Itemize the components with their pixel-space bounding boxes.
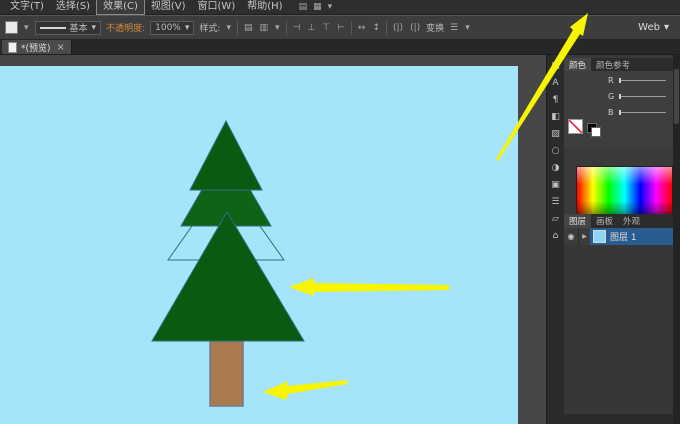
- panel-scrollbar[interactable]: [673, 55, 680, 424]
- align-right-icon[interactable]: ⊢: [336, 23, 346, 33]
- menu-bar: 文字(T) 选择(S) 效果(C) 视图(V) 窗口(W) 帮助(H) ▤ ▦ …: [0, 0, 680, 15]
- menu-window[interactable]: 窗口(W): [192, 0, 242, 14]
- control-bar: ▾ 基本 ▾ 不透明度: 100% ▾ 样式: ▾ ▤ ▥ ▾ ⊣ ⊥ ⊤ ⊢ …: [0, 15, 680, 40]
- close-icon[interactable]: ×: [57, 42, 65, 53]
- panel-menu-icon[interactable]: ☰: [449, 23, 459, 33]
- channel-b-label: B: [608, 107, 614, 117]
- layers-panel-tabs: 图层 画板 外观: [564, 214, 673, 228]
- character-panel-icon[interactable]: A: [552, 75, 558, 92]
- visibility-eye-icon[interactable]: ◉: [564, 232, 578, 241]
- menu-panel-icon[interactable]: ☰: [551, 194, 559, 211]
- workspace-name: Web: [638, 22, 660, 33]
- chevron-down-icon: ▾: [184, 22, 190, 33]
- chevron-down-icon[interactable]: ▾: [225, 23, 232, 33]
- tab-color-guide[interactable]: 颜色参考: [591, 58, 635, 71]
- chevron-down-icon: ▾: [91, 22, 97, 33]
- chevron-down-icon[interactable]: ▾: [23, 23, 30, 33]
- distribute-space-vertical-icon[interactable]: (|): [409, 23, 421, 33]
- transform-label[interactable]: 变换: [426, 21, 444, 34]
- color-panel-body: R G B: [564, 71, 673, 230]
- layer-thumbnail[interactable]: [593, 230, 606, 243]
- document-icon: [8, 41, 17, 53]
- symbols-panel-icon[interactable]: ⌂: [553, 228, 559, 245]
- menu-type[interactable]: 文字(T): [4, 0, 50, 14]
- workspace-area: ▦ A ¶ ◧ ▨ ○ ◑ ▣ ☰ ▱ ⌂ 颜色 颜色参考 R G B 图层 画…: [0, 55, 680, 424]
- appearance-panel-icon[interactable]: ◑: [552, 160, 560, 177]
- align-top-icon[interactable]: ⊤: [321, 23, 331, 33]
- style-label: 样式:: [199, 24, 221, 34]
- document-title: *(预览): [21, 43, 51, 54]
- channel-b-slider[interactable]: [619, 109, 666, 115]
- chevron-down-icon[interactable]: ▾: [464, 23, 471, 33]
- document-tab[interactable]: *(预览) ×: [2, 40, 72, 54]
- fill-swatch[interactable]: [5, 21, 18, 34]
- none-color-swatch[interactable]: [568, 119, 583, 134]
- stroke-profile-line-icon: [39, 26, 66, 29]
- document-tab-bar: *(预览) ×: [0, 40, 680, 55]
- graphic-styles-panel-icon[interactable]: ▣: [551, 177, 560, 194]
- paragraph-panel-icon[interactable]: ¶: [553, 92, 559, 109]
- arrange-documents-icon[interactable]: ▦: [313, 2, 322, 12]
- black-white-swatch[interactable]: [587, 123, 601, 137]
- layer-selection[interactable]: 图层 1: [590, 228, 673, 245]
- expand-layer-icon[interactable]: ▶: [579, 233, 590, 240]
- align-bottom-icon[interactable]: ⊥: [306, 23, 316, 33]
- document-setup-icon[interactable]: ▤: [243, 23, 254, 33]
- right-panel-dock: 颜色 颜色参考 R G B 图层 画板 外观 ◉ ▶ 图层 1: [564, 55, 673, 424]
- channel-g-label: G: [608, 91, 615, 101]
- panel-bottom-bar: [564, 414, 673, 424]
- channel-g-slider[interactable]: [619, 93, 666, 99]
- menu-select[interactable]: 选择(S): [50, 0, 96, 14]
- white-swatch: [591, 127, 601, 137]
- layers-panel-body: [564, 245, 673, 414]
- menu-effect[interactable]: 效果(C): [96, 0, 145, 15]
- preferences-icon[interactable]: ▥: [258, 23, 269, 33]
- layer-name[interactable]: 图层 1: [610, 230, 637, 243]
- opacity-value: 100%: [155, 22, 181, 33]
- gradient-panel-icon[interactable]: ◧: [551, 109, 560, 126]
- distribute-horizontal-icon[interactable]: ↔: [357, 23, 367, 33]
- opacity-dropdown[interactable]: 100% ▾: [150, 20, 195, 35]
- document-layout-icon[interactable]: ▤: [299, 2, 308, 12]
- panel-dock-icon-strip: ▦ A ¶ ◧ ▨ ○ ◑ ▣ ☰ ▱ ⌂: [546, 55, 564, 424]
- tab-artboards[interactable]: 画板: [591, 214, 618, 228]
- color-panel-icon[interactable]: ▦: [551, 58, 560, 75]
- chevron-down-icon[interactable]: ▾: [328, 2, 333, 12]
- artboards-panel-icon[interactable]: ▱: [552, 211, 559, 228]
- color-panel-tabs: 颜色 颜色参考: [564, 58, 673, 71]
- stroke-profile-value: 基本: [69, 24, 88, 34]
- chevron-down-icon: ▾: [663, 22, 669, 33]
- channel-r-slider[interactable]: [619, 77, 666, 83]
- stroke-panel-icon[interactable]: ○: [552, 143, 560, 160]
- chevron-down-icon[interactable]: ▾: [274, 23, 281, 33]
- align-left-icon[interactable]: ⊣: [292, 23, 302, 33]
- separator: [285, 20, 287, 35]
- tab-color[interactable]: 颜色: [564, 58, 592, 71]
- scrollbar-thumb[interactable]: [674, 69, 679, 124]
- distribute-vertical-icon[interactable]: ↕: [371, 23, 381, 33]
- layer-row[interactable]: ◉ ▶ 图层 1: [564, 228, 673, 245]
- distribute-space-horizontal-icon[interactable]: (|): [392, 23, 404, 33]
- separator: [350, 20, 352, 35]
- separator: [386, 20, 387, 35]
- transparency-panel-icon[interactable]: ▨: [551, 126, 560, 143]
- stroke-profile-dropdown[interactable]: 基本 ▾: [34, 20, 102, 35]
- tab-layers[interactable]: 图层: [564, 214, 592, 228]
- separator: [236, 20, 238, 35]
- menu-help[interactable]: 帮助(H): [241, 0, 288, 14]
- opacity-label[interactable]: 不透明度:: [106, 21, 145, 34]
- menu-view[interactable]: 视图(V): [145, 0, 192, 14]
- tab-appearance[interactable]: 外观: [618, 214, 645, 228]
- channel-r-label: R: [608, 75, 614, 85]
- workspace-switcher[interactable]: Web ▾: [638, 22, 675, 33]
